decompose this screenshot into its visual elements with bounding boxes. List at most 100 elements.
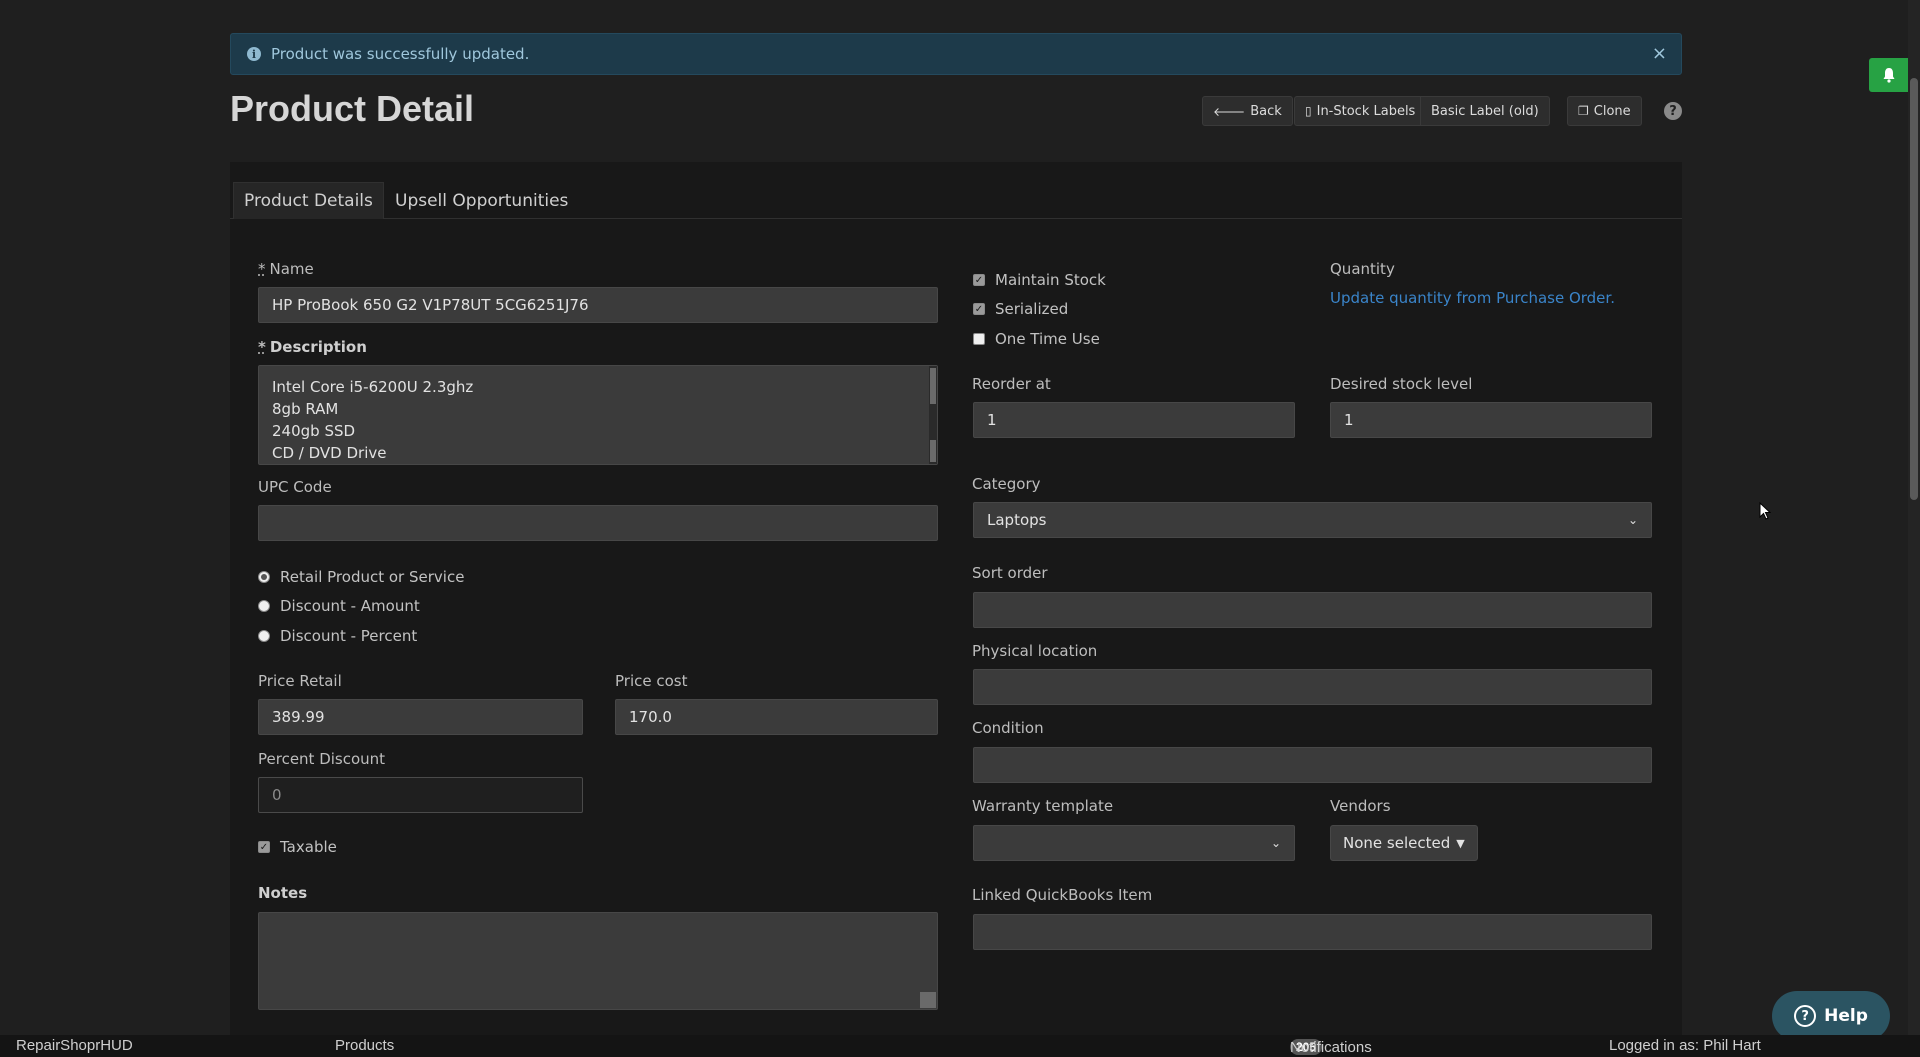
back-button-label: Back: [1250, 103, 1282, 119]
upc-input[interactable]: [258, 505, 938, 541]
question-circle-icon: ?: [1794, 1005, 1817, 1027]
tab-product-details[interactable]: Product Details: [233, 182, 384, 219]
upc-label: UPC Code: [258, 478, 332, 496]
price-retail-input[interactable]: 389.99: [258, 699, 583, 735]
mouse-cursor-icon: [1759, 502, 1771, 520]
category-label: Category: [972, 475, 1041, 493]
description-label-text: Description: [269, 338, 367, 356]
product-panel: Product Details Upsell Opportunities * Na…: [230, 162, 1682, 1035]
check-icon[interactable]: ✓: [973, 303, 985, 315]
radio-discount-percent[interactable]: Discount - Percent: [258, 627, 417, 645]
sort-order-input[interactable]: [973, 592, 1652, 628]
percent-discount-input[interactable]: 0: [258, 777, 583, 813]
notification-bell-button[interactable]: [1869, 58, 1909, 92]
tab-bar: Product Details Upsell Opportunities: [230, 182, 1682, 219]
radio-label: Discount - Percent: [280, 627, 418, 645]
desired-stock-input[interactable]: 1: [1330, 402, 1652, 438]
bell-icon: [1883, 68, 1895, 83]
back-button[interactable]: 🡐 Back: [1202, 96, 1293, 126]
warranty-label: Warranty template: [972, 797, 1114, 815]
logged-in-user[interactable]: Logged in as: Phil Hart: [1609, 1037, 1761, 1054]
notes-textarea[interactable]: [258, 912, 938, 1010]
quickbooks-label: Linked QuickBooks Item: [972, 886, 1153, 904]
copy-icon: ❐: [1578, 104, 1589, 118]
app-name[interactable]: RepairShoprHUD: [16, 1037, 133, 1054]
reorder-input[interactable]: 1: [973, 402, 1295, 438]
close-icon[interactable]: ×: [1652, 43, 1667, 64]
page-title: Product Detail: [230, 88, 475, 129]
notifications-label: Notifications: [1290, 1039, 1372, 1056]
page-scrollbar-thumb[interactable]: [1910, 78, 1918, 500]
name-label: * Name: [258, 260, 314, 278]
question-circle-icon[interactable]: ?: [1664, 102, 1682, 120]
in-stock-labels-label: In-Stock Labels: [1316, 103, 1416, 119]
description-line: 240gb SSD: [272, 422, 356, 440]
description-scrollbar[interactable]: [929, 366, 937, 464]
taxable-checkbox[interactable]: ✓ Taxable: [258, 838, 337, 856]
clone-button[interactable]: ❐ Clone: [1567, 96, 1642, 126]
price-cost-label: Price cost: [615, 672, 688, 690]
quickbooks-input[interactable]: [973, 914, 1652, 950]
description-scroll-thumb[interactable]: [930, 368, 936, 404]
name-label-text: Name: [269, 260, 314, 278]
one-time-use-checkbox[interactable]: One Time Use: [973, 330, 1100, 348]
clone-button-label: Clone: [1593, 103, 1631, 119]
taxable-label: Taxable: [280, 838, 337, 856]
alert-message: Product was successfully updated.: [271, 45, 530, 63]
basic-label-label: Basic Label (old): [1431, 103, 1539, 119]
category-select[interactable]: Laptops ⌄: [973, 502, 1652, 538]
one-time-use-label: One Time Use: [995, 330, 1100, 348]
radio-discount-amount[interactable]: Discount - Amount: [258, 597, 420, 615]
description-line: 8gb RAM: [272, 400, 339, 418]
chevron-down-icon: ⌄: [1627, 513, 1638, 527]
description-scroll-thumb-bottom[interactable]: [930, 440, 936, 462]
price-cost-input[interactable]: 170.0: [615, 699, 938, 735]
condition-label: Condition: [972, 719, 1044, 737]
description-line: Intel Core i5-6200U 2.3ghz: [272, 378, 474, 396]
physical-location-label: Physical location: [972, 642, 1098, 660]
maintain-stock-checkbox[interactable]: ✓ Maintain Stock: [973, 271, 1106, 289]
status-bar: RepairShoprHUD Products 205 Notification…: [0, 1035, 1920, 1057]
reorder-label: Reorder at: [972, 375, 1051, 393]
caret-down-icon: ▼: [1456, 836, 1465, 850]
serialized-label: Serialized: [995, 300, 1069, 318]
condition-input[interactable]: [973, 747, 1652, 783]
description-line: CD / DVD Drive: [272, 444, 387, 462]
tab-upsell-opportunities[interactable]: Upsell Opportunities: [385, 182, 578, 219]
maintain-stock-label: Maintain Stock: [995, 271, 1106, 289]
radio-button[interactable]: [258, 630, 270, 642]
vendors-dropdown-button[interactable]: None selected ▼: [1330, 825, 1478, 861]
radio-button[interactable]: [258, 571, 270, 583]
category-value: Laptops: [987, 511, 1047, 529]
radio-retail-product[interactable]: Retail Product or Service: [258, 568, 464, 586]
basic-label-button[interactable]: Basic Label (old): [1420, 96, 1550, 126]
info-icon: i: [247, 47, 261, 61]
description-textarea[interactable]: Intel Core i5-6200U 2.3ghz 8gb RAM 240gb…: [258, 365, 938, 465]
physical-location-input[interactable]: [973, 669, 1652, 705]
description-label: * Description: [258, 338, 367, 356]
vendors-value: None selected: [1343, 834, 1451, 852]
sort-order-label: Sort order: [972, 564, 1048, 582]
chevron-down-icon: ⌄: [1270, 836, 1281, 850]
file-pdf-icon: ▯: [1305, 104, 1312, 118]
update-quantity-link[interactable]: Update quantity from Purchase Order.: [1330, 289, 1615, 307]
radio-label: Discount - Amount: [280, 597, 420, 615]
notes-resize-handle[interactable]: [920, 992, 936, 1008]
quantity-label: Quantity: [1330, 260, 1395, 278]
arrow-left-icon: 🡐: [1213, 104, 1246, 119]
notes-label: Notes: [258, 884, 308, 902]
check-icon[interactable]: ✓: [973, 274, 985, 286]
in-stock-labels-button[interactable]: ▯ In-Stock Labels: [1294, 96, 1427, 126]
radio-button[interactable]: [258, 600, 270, 612]
desired-stock-label: Desired stock level: [1330, 375, 1473, 393]
help-button-label: Help: [1824, 1006, 1868, 1026]
vendors-label: Vendors: [1330, 797, 1391, 815]
checkbox-box[interactable]: [973, 333, 985, 345]
name-input[interactable]: HP ProBook 650 G2 V1P78UT 5CG6251J76: [258, 287, 938, 323]
section-name[interactable]: Products: [335, 1037, 394, 1054]
help-button[interactable]: ? Help: [1772, 991, 1890, 1041]
check-icon[interactable]: ✓: [258, 841, 270, 853]
warranty-select[interactable]: ⌄: [973, 825, 1295, 861]
required-mark: *: [258, 260, 266, 278]
serialized-checkbox[interactable]: ✓ Serialized: [973, 300, 1068, 318]
